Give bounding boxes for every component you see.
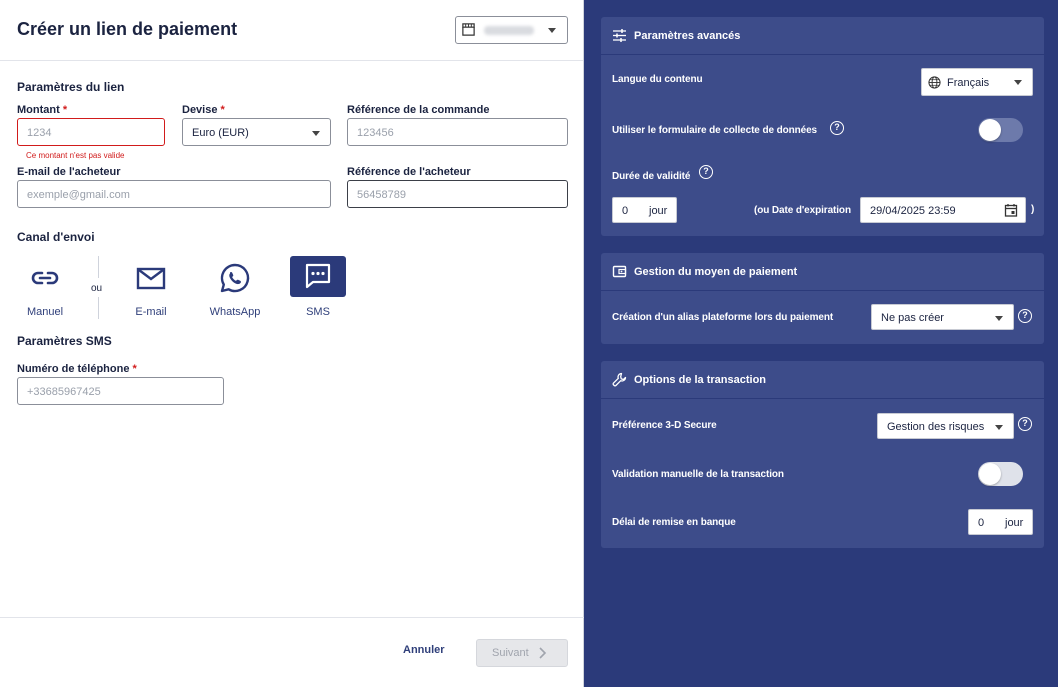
globe-icon xyxy=(928,76,941,89)
card-title: Paramètres avancés xyxy=(634,30,741,42)
amount-label-text: Montant xyxy=(17,104,60,116)
link-params-title: Paramètres du lien xyxy=(17,80,125,94)
wrench-icon xyxy=(612,372,627,387)
expiry-date-value: 29/04/2025 23:59 xyxy=(870,205,956,217)
sliders-icon xyxy=(613,29,626,42)
channel-label: E-mail xyxy=(135,306,167,318)
transaction-options-card: Options de la transaction Préférence 3-D… xyxy=(601,361,1044,548)
amount-error-message: Ce montant n'est pas valide xyxy=(26,151,125,160)
alias-value: Ne pas créer xyxy=(881,312,944,324)
channel-label: SMS xyxy=(306,306,330,318)
currency-value: Euro (EUR) xyxy=(192,127,249,139)
validity-value: 0 xyxy=(622,205,629,217)
validity-unit: jour xyxy=(649,205,668,217)
expiry-close-paren: ) xyxy=(1031,204,1035,215)
store-icon xyxy=(462,23,475,36)
wallet-icon xyxy=(612,265,627,278)
phone-label: Numéro de téléphone * xyxy=(17,363,137,375)
chevron-down-icon xyxy=(995,425,1003,430)
bank-delay-input[interactable]: 0 jour xyxy=(968,509,1033,535)
chevron-down-icon xyxy=(995,316,1003,321)
buyer-email-label: E-mail de l'acheteur xyxy=(17,166,121,178)
link-icon xyxy=(31,271,59,285)
chevron-down-icon xyxy=(1014,80,1022,85)
card-title: Options de la transaction xyxy=(634,374,767,386)
bank-delay-label: Délai de remise en banque xyxy=(612,517,736,528)
channel-label: WhatsApp xyxy=(209,306,261,318)
panel-header: Créer un lien de paiement xyxy=(0,0,583,61)
card-header: Paramètres avancés xyxy=(601,17,1044,55)
channel-label: Manuel xyxy=(26,306,64,318)
channel-email[interactable]: E-mail xyxy=(123,256,179,322)
next-button[interactable]: Suivant xyxy=(476,639,568,667)
language-value: Français xyxy=(947,77,990,89)
help-icon[interactable]: ? xyxy=(830,121,844,135)
manual-validation-toggle[interactable] xyxy=(978,462,1023,486)
advanced-settings-card: Paramètres avancés Langue du contenu Fra… xyxy=(601,17,1044,236)
collect-form-label: Utiliser le formulaire de collecte de do… xyxy=(612,125,818,136)
toggle-knob xyxy=(979,463,1001,485)
buyer-email-input[interactable]: exemple@gmail.com xyxy=(17,180,331,208)
mail-icon xyxy=(136,267,166,290)
buyer-ref-label: Référence de l'acheteur xyxy=(347,166,471,178)
phone-input[interactable]: +33685967425 xyxy=(17,377,224,405)
language-select[interactable]: Français xyxy=(921,68,1033,96)
order-ref-label: Référence de la commande xyxy=(347,104,490,116)
card-header: Gestion du moyen de paiement xyxy=(601,253,1044,291)
required-marker: * xyxy=(132,363,137,375)
panel-footer: Annuler Suivant xyxy=(0,617,584,687)
required-marker: * xyxy=(220,104,225,116)
whatsapp-icon xyxy=(220,263,250,293)
cancel-button[interactable]: Annuler xyxy=(403,644,445,656)
expiry-date-input[interactable]: 29/04/2025 23:59 xyxy=(860,197,1026,223)
help-icon[interactable]: ? xyxy=(1018,417,1032,431)
chevron-right-icon xyxy=(539,647,547,659)
chevron-down-icon xyxy=(548,28,556,33)
help-icon[interactable]: ? xyxy=(699,165,713,179)
channel-manual[interactable]: Manuel xyxy=(17,256,73,322)
language-label: Langue du contenu xyxy=(612,74,703,85)
buyer-ref-input[interactable]: 56458789 xyxy=(347,180,568,208)
bank-delay-unit: jour xyxy=(1005,517,1024,529)
divider xyxy=(98,297,99,319)
amount-label: Montant * xyxy=(17,104,67,116)
shop-selector[interactable] xyxy=(455,16,568,44)
alias-label: Création d'un alias plateforme lors du p… xyxy=(612,312,834,323)
or-label: ou xyxy=(91,283,103,294)
sms-params-title: Paramètres SMS xyxy=(17,334,112,348)
required-marker: * xyxy=(62,104,68,116)
channel-title: Canal d'envoi xyxy=(17,230,95,244)
sms-icon xyxy=(305,263,331,289)
divider xyxy=(98,256,99,278)
create-payment-link-panel: Créer un lien de paiement Paramètres du … xyxy=(0,0,584,687)
validity-label: Durée de validité xyxy=(612,171,691,182)
card-header: Options de la transaction xyxy=(601,361,1044,399)
validity-input[interactable]: 0 jour xyxy=(612,197,677,223)
expiry-label: (ou Date d'expiration xyxy=(754,205,851,216)
payment-method-card: Gestion du moyen de paiement Création d'… xyxy=(601,253,1044,344)
help-icon[interactable]: ? xyxy=(1018,309,1032,323)
channel-whatsapp[interactable]: WhatsApp xyxy=(207,256,263,322)
currency-select[interactable]: Euro (EUR) xyxy=(182,118,331,146)
3ds-value: Gestion des risques xyxy=(887,421,985,433)
amount-input[interactable]: 1234 xyxy=(17,118,165,146)
manual-validation-label: Validation manuelle de la transaction xyxy=(612,469,784,480)
3ds-select[interactable]: Gestion des risques xyxy=(877,413,1014,439)
chevron-down-icon xyxy=(312,131,320,136)
3ds-label: Préférence 3-D Secure xyxy=(612,420,717,431)
next-button-label: Suivant xyxy=(492,647,529,659)
calendar-icon[interactable] xyxy=(1004,203,1018,217)
page-title: Créer un lien de paiement xyxy=(17,19,238,39)
phone-label-text: Numéro de téléphone xyxy=(17,363,130,375)
order-ref-input[interactable]: 123456 xyxy=(347,118,568,146)
currency-label: Devise * xyxy=(182,104,225,116)
shop-name-redacted xyxy=(484,26,534,35)
collect-form-toggle[interactable] xyxy=(978,118,1023,142)
toggle-knob xyxy=(979,119,1001,141)
alias-select[interactable]: Ne pas créer xyxy=(871,304,1014,330)
card-title: Gestion du moyen de paiement xyxy=(634,266,798,278)
currency-label-text: Devise xyxy=(182,104,218,116)
channel-sms[interactable]: SMS xyxy=(290,256,346,318)
bank-delay-value: 0 xyxy=(978,517,985,529)
